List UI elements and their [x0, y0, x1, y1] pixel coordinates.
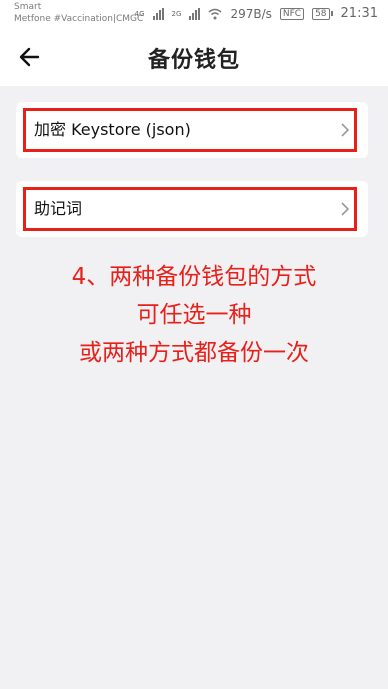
signal-icon-1	[152, 7, 164, 20]
chevron-right-icon	[341, 202, 350, 216]
carrier-network: Metfone #Vaccination|CMGC	[14, 14, 144, 24]
battery-level: 58	[312, 7, 330, 20]
chevron-right-icon	[341, 123, 350, 137]
status-icons: 4G 2G 297B/s NFC 58 21:31	[135, 6, 378, 21]
keystore-backup-option[interactable]: 加密 Keystore (json)	[16, 102, 368, 158]
network-speed: 297B/s	[230, 6, 272, 21]
top-nav-bar: 备份钱包	[0, 28, 388, 86]
nfc-icon: NFC	[279, 7, 305, 20]
clock: 21:31	[340, 6, 378, 21]
annotation-line-1: 4、两种备份钱包的方式	[71, 264, 317, 290]
status-bar: Smart Metfone #Vaccination|CMGC 4G 2G 29…	[0, 0, 388, 28]
annotation-line-2: 可任选一种	[136, 302, 252, 328]
battery-icon: 58	[312, 7, 333, 20]
option-label: 助记词	[34, 199, 83, 218]
carrier-name: Smart	[14, 2, 42, 12]
tutorial-annotation: 4、两种备份钱包的方式 可任选一种 或两种方式都备份一次	[0, 258, 388, 372]
wifi-icon	[208, 8, 222, 19]
signal-icon-2	[189, 7, 201, 20]
annotation-line-3: 或两种方式都备份一次	[79, 340, 309, 366]
mnemonic-backup-option[interactable]: 助记词	[16, 181, 368, 237]
page-title: 备份钱包	[147, 48, 240, 73]
network-2g-label: 2G	[171, 9, 182, 18]
network-4g-label: 4G	[134, 9, 145, 18]
option-label: 加密 Keystore (json)	[34, 120, 191, 139]
carrier-info: Smart Metfone #Vaccination|CMGC	[14, 2, 143, 24]
